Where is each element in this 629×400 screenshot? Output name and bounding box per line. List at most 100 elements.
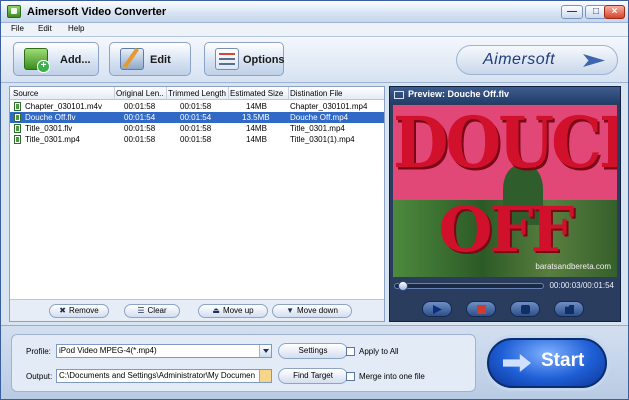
cell-dest: Title_0301(1).mp4 — [290, 135, 355, 144]
move-up-icon: ⏏ — [212, 306, 220, 315]
merge-label: Merge into one file — [359, 372, 425, 381]
video-file-icon — [14, 113, 21, 122]
logo-text: Aimersoft — [483, 51, 556, 68]
cell-original: 00:01:58 — [124, 102, 156, 111]
snapshot-button[interactable] — [510, 301, 540, 317]
start-label: Start — [541, 350, 585, 371]
apply-to-all-label: Apply to All — [359, 347, 399, 356]
output-path-input[interactable]: C:\Documents and Settings\Administrator\… — [56, 369, 272, 383]
remove-icon: ✖ — [59, 306, 66, 315]
profile-select[interactable]: iPod Video MPEG-4(*.mp4) — [56, 344, 272, 358]
clear-list-icon: ☰ — [137, 306, 145, 315]
play-icon — [433, 305, 442, 314]
window-title: Aimersoft Video Converter — [27, 6, 167, 18]
monitor-icon — [394, 91, 404, 99]
clear-label: Clear — [147, 306, 167, 315]
profile-label: Profile: — [26, 347, 51, 356]
edit-button-label: Edit — [150, 54, 171, 66]
cell-size: 14MB — [246, 135, 267, 144]
stop-button[interactable] — [466, 301, 496, 317]
open-folder-button[interactable] — [554, 301, 584, 317]
video-file-icon — [14, 124, 21, 133]
options-icon — [215, 48, 239, 70]
col-original-length[interactable]: Original Len... — [116, 89, 164, 98]
stop-icon — [477, 305, 486, 314]
cell-trimmed: 00:01:58 — [180, 135, 212, 144]
merge-checkbox[interactable] — [346, 372, 355, 381]
add-button[interactable]: Add... — [13, 42, 99, 76]
cell-size: 13.5MB — [242, 113, 270, 122]
cell-dest: Chapter_030101.mp4 — [290, 102, 368, 111]
remove-label: Remove — [68, 306, 99, 315]
settings-button[interactable]: Settings — [278, 343, 348, 359]
col-estimated-size[interactable]: Estimated Size — [230, 89, 288, 98]
move-down-icon: ▼ — [286, 306, 294, 315]
find-target-button[interactable]: Find Target — [278, 368, 348, 384]
menu-file[interactable]: File — [11, 24, 24, 33]
preview-panel: Preview: Douche Off.flv DOUCHE OFF barat… — [389, 86, 621, 322]
table-row-selected[interactable]: Douche Off.flv 00:01:54 00:01:54 13.5MB … — [10, 112, 384, 123]
cell-size: 14MB — [246, 102, 267, 111]
cell-trimmed: 00:01:58 — [180, 102, 212, 111]
cell-original: 00:01:58 — [124, 135, 156, 144]
cell-source: Title_0301.mp4 — [25, 135, 80, 144]
col-trimmed-length[interactable]: Trimmed Length — [168, 89, 228, 98]
browse-folder-icon[interactable] — [259, 370, 271, 382]
table-row[interactable]: Chapter_030101.m4v 00:01:58 00:01:58 14M… — [10, 101, 384, 112]
cell-source: Title_0301.flv — [25, 124, 73, 133]
toolbar: Add... Edit Options Aimersoft — [1, 37, 628, 83]
remove-button[interactable]: ✖ Remove — [49, 304, 109, 318]
menu-help[interactable]: Help — [68, 24, 84, 33]
video-watermark: baratsandbereta.com — [535, 262, 611, 271]
col-destination-file[interactable]: Distination File — [290, 89, 382, 98]
aimersoft-logo: Aimersoft — [456, 45, 618, 75]
close-button[interactable]: × — [604, 5, 625, 19]
cell-original: 00:01:58 — [124, 124, 156, 133]
cell-trimmed: 00:01:58 — [180, 124, 212, 133]
edit-icon — [120, 48, 144, 70]
clear-button[interactable]: ☰ Clear — [124, 304, 180, 318]
play-button[interactable] — [422, 301, 452, 317]
cell-size: 14MB — [246, 124, 267, 133]
table-row[interactable]: Title_0301.mp4 00:01:58 00:01:58 14MB Ti… — [10, 134, 384, 145]
video-file-icon — [14, 135, 21, 144]
title-bar: Aimersoft Video Converter — □ × — [1, 1, 628, 23]
video-text-line2: OFF — [438, 193, 574, 266]
main-window: Aimersoft Video Converter — □ × File Edi… — [0, 0, 629, 400]
col-source[interactable]: Source — [13, 89, 111, 98]
cell-original: 00:01:54 — [124, 113, 156, 122]
seek-slider[interactable] — [394, 281, 544, 291]
edit-button[interactable]: Edit — [109, 42, 191, 76]
video-file-icon — [14, 102, 21, 111]
move-up-button[interactable]: ⏏ Move up — [198, 304, 268, 318]
app-icon — [7, 5, 21, 18]
cell-source: Douche Off.flv — [25, 113, 76, 122]
camera-icon — [521, 305, 530, 314]
move-down-button[interactable]: ▼ Move down — [272, 304, 352, 318]
start-button[interactable]: Start — [487, 338, 607, 388]
preview-title-bar: Preview: Douche Off.flv — [390, 87, 620, 103]
move-up-label: Move up — [222, 306, 254, 315]
table-row[interactable]: Title_0301.flv 00:01:58 00:01:58 14MB Ti… — [10, 123, 384, 134]
cell-source: Chapter_030101.m4v — [25, 102, 102, 111]
move-down-label: Move down — [297, 306, 338, 315]
chevron-down-icon[interactable] — [259, 345, 271, 357]
folder-icon — [565, 305, 574, 314]
logo-arrow-icon — [583, 54, 605, 67]
minimize-button[interactable]: — — [561, 5, 583, 19]
start-arrow-icon — [503, 354, 531, 372]
cell-trimmed: 00:01:54 — [180, 113, 212, 122]
output-settings-box: Profile: iPod Video MPEG-4(*.mp4) Settin… — [11, 334, 476, 392]
file-list-header: Source Original Len... Trimmed Length Es… — [10, 87, 384, 100]
output-path-value: C:\Documents and Settings\Administrator\… — [59, 371, 256, 380]
preview-title: Preview: Douche Off.flv — [408, 89, 510, 99]
menu-bar: File Edit Help — [1, 23, 628, 37]
seek-handle[interactable] — [397, 281, 408, 291]
apply-to-all-checkbox[interactable] — [346, 347, 355, 356]
file-list-footer: ✖ Remove ☰ Clear ⏏ Move up ▼ Move down — [10, 299, 384, 321]
video-text-line1: DOUCHE — [393, 105, 617, 185]
timecode: 00:00:03/00:01:54 — [549, 281, 614, 290]
options-button[interactable]: Options — [204, 42, 285, 76]
menu-edit[interactable]: Edit — [38, 24, 52, 33]
file-list-panel: Source Original Len... Trimmed Length Es… — [9, 86, 385, 322]
